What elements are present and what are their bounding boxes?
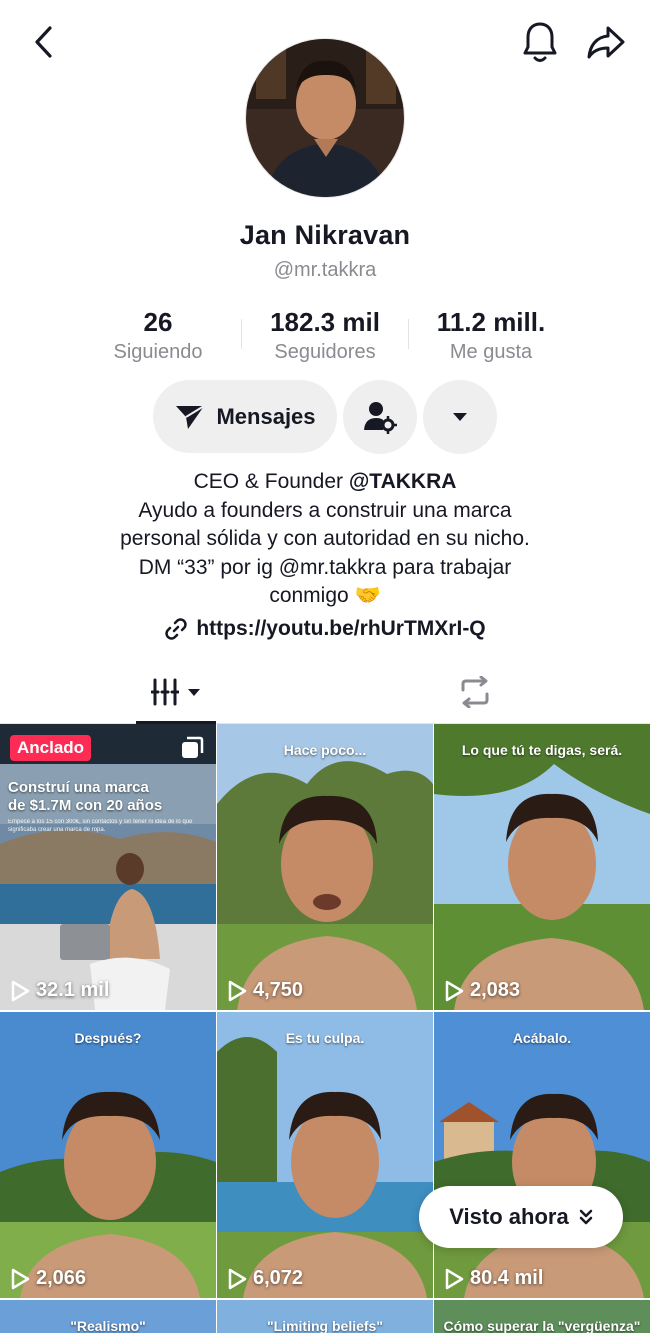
view-count: 2,066 — [10, 1267, 86, 1290]
profile-bio: CEO & Founder @TAKKRA Ayudo a founders a… — [0, 468, 650, 611]
video-thumbnail — [434, 724, 650, 1010]
video-headline-line-2: de $1.7M con 20 años — [8, 797, 163, 814]
avatar-photo — [246, 39, 404, 197]
likes-stat[interactable]: 11.2 mill. Me gusta — [406, 305, 576, 365]
view-count-text: 2,083 — [470, 979, 521, 1001]
caret-down-icon — [453, 413, 467, 421]
message-button[interactable]: Mensajes — [153, 380, 337, 453]
view-count: 32.1 mil — [10, 979, 109, 1002]
following-label: Siguiendo — [113, 341, 203, 363]
video-caption: Cómo superar la "vergüenza" — [443, 1318, 641, 1333]
profile-stats: 26 Siguiendo 182.3 mil Seguidores 11.2 m… — [0, 305, 650, 365]
play-icon — [445, 1268, 464, 1289]
bio-line-3: personal sólida y con autoridad en su ni… — [120, 527, 530, 550]
view-count-text: 6,072 — [253, 1267, 304, 1289]
view-count: 2,083 — [444, 979, 520, 1002]
play-icon — [228, 1268, 247, 1289]
video-tile[interactable]: "Realismo" — [0, 1300, 216, 1333]
video-tile[interactable]: Acábalo. 80.4 mil — [434, 1012, 650, 1298]
send-icon — [176, 404, 205, 429]
pinned-badge: Anclado — [10, 735, 92, 761]
video-caption: Acábalo. — [512, 1030, 572, 1046]
content-tabs — [0, 660, 650, 724]
video-thumbnail — [217, 724, 433, 1010]
repost-icon — [461, 676, 489, 708]
bell-icon — [523, 22, 557, 62]
video-thumbnail — [434, 1012, 650, 1298]
video-headline: Construí una marca de $1.7M con 20 años — [8, 779, 162, 815]
followers-label: Seguidores — [274, 341, 376, 363]
photo-carousel-icon — [182, 736, 204, 758]
video-caption: Hace poco... — [283, 742, 367, 758]
likes-label: Me gusta — [449, 341, 533, 363]
video-tile[interactable]: Es tu culpa. 6,072 — [217, 1012, 433, 1298]
video-tile[interactable]: Después? 2,066 — [0, 1012, 216, 1298]
video-caption: Después? — [74, 1030, 142, 1046]
videos-grid-icon — [151, 678, 179, 706]
video-thumbnail — [0, 1012, 216, 1298]
notifications-button[interactable] — [516, 18, 564, 66]
following-count: 26 — [143, 307, 173, 337]
share-arrow-icon — [587, 26, 625, 59]
video-thumbnail — [0, 724, 216, 1010]
tab-reposts[interactable] — [440, 660, 510, 724]
video-tile[interactable]: Hace poco... 4,750 — [217, 724, 433, 1010]
video-caption: "Realismo" — [70, 1318, 146, 1333]
message-button-label: Mensajes — [216, 403, 316, 429]
video-thumbnail — [217, 1012, 433, 1298]
bio-line-2: Ayudo a founders a construir una marca — [138, 498, 512, 522]
video-tile[interactable]: Cómo superar la "vergüenza" — [434, 1300, 650, 1333]
chevron-left-icon — [35, 26, 52, 58]
bio-line-1: CEO & Founder @TAKKRA — [0, 468, 650, 497]
view-count-text: 80.4 mil — [470, 1267, 544, 1289]
bio-mention[interactable]: @TAKKRA — [349, 470, 457, 493]
seen-now-label: Visto ahora — [449, 1204, 569, 1229]
view-count-text: 2,066 — [36, 1267, 87, 1289]
view-count: 6,072 — [227, 1267, 303, 1290]
view-count-text: 32.1 mil — [36, 979, 110, 1001]
share-button[interactable] — [582, 18, 630, 66]
bio-line-4: DM “33” por ig @mr.takkra para trabajar — [138, 555, 512, 579]
video-tile[interactable]: Lo que tú te digas, será. 2,083 — [434, 724, 650, 1010]
video-headline-line-1: Construí una marca — [8, 779, 149, 796]
play-icon — [11, 980, 30, 1001]
play-icon — [11, 1268, 30, 1289]
video-caption: Lo que tú te digas, será. — [461, 742, 623, 758]
video-caption: Es tu culpa. — [285, 1030, 365, 1046]
bio-link[interactable]: https://youtu.be/rhUrTMXrI-Q — [0, 614, 650, 644]
followers-stat[interactable]: 182.3 mil Seguidores — [240, 305, 410, 365]
followers-count: 182.3 mil — [270, 307, 380, 337]
caret-down-icon — [188, 688, 200, 696]
profile-actions: Mensajes — [0, 380, 650, 454]
bio-line-5: conmigo 🤝 — [269, 584, 381, 607]
profile-name: Jan Nikravan — [239, 220, 411, 250]
view-count-text: 4,750 — [253, 979, 304, 1001]
video-tile[interactable]: "Limiting beliefs" — [217, 1300, 433, 1333]
link-icon — [165, 618, 188, 640]
view-count: 4,750 — [227, 979, 303, 1002]
follow-settings-button[interactable] — [343, 380, 417, 454]
video-tile[interactable]: Anclado Construí una marca de $1.7M con … — [0, 724, 216, 1010]
play-icon — [445, 980, 464, 1001]
play-icon — [228, 980, 247, 1001]
video-subtext: Empecé a los 15 con 300€, sin contactos … — [8, 819, 193, 833]
tab-videos[interactable] — [136, 660, 216, 724]
avatar[interactable] — [245, 38, 405, 198]
video-caption: "Limiting beliefs" — [267, 1318, 383, 1333]
profile-handle: @mr.takkra — [273, 259, 377, 281]
more-dropdown-button[interactable] — [423, 380, 497, 454]
view-count: 80.4 mil — [444, 1267, 543, 1290]
user-settings-icon — [364, 402, 397, 434]
likes-count: 11.2 mill. — [436, 307, 546, 337]
double-chevron-down-icon — [579, 1209, 592, 1225]
bio-link-text: https://youtu.be/rhUrTMXrI-Q — [196, 617, 486, 640]
following-stat[interactable]: 26 Siguiendo — [73, 305, 243, 365]
seen-now-button[interactable]: Visto ahora — [419, 1186, 623, 1248]
bio-title: CEO & Founder — [193, 470, 349, 493]
back-button[interactable] — [22, 20, 66, 64]
